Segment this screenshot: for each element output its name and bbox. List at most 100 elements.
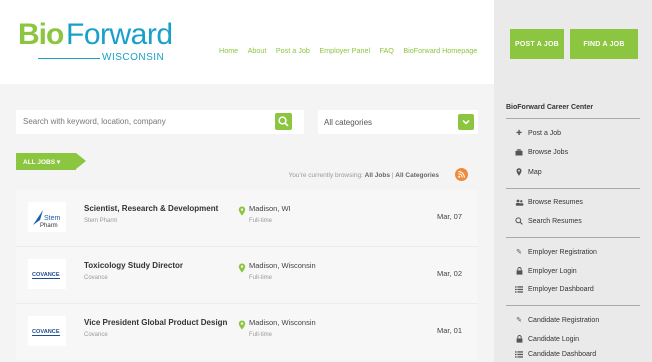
sidebar-divider: [506, 305, 640, 306]
caret-down-icon: ▾: [56, 159, 61, 166]
sidebar-item-candidate-registration[interactable]: ✎ Candidate Registration: [514, 316, 600, 325]
logo-forward: Forward: [66, 18, 173, 51]
job-type: Full-time: [249, 332, 273, 338]
sidebar-item-browse-jobs[interactable]: Browse Jobs: [514, 149, 568, 156]
sidebar-item-candidate-login[interactable]: Candidate Login: [514, 335, 579, 343]
sidebar-item-label: Employer Registration: [528, 248, 597, 256]
job-title[interactable]: Vice President Global Product Design: [84, 318, 227, 327]
category-select-value: All categories: [324, 118, 373, 127]
job-location: Madison, Wisconsin: [249, 261, 316, 270]
plus-icon: ✚: [516, 130, 522, 137]
nav-bioforward-homepage[interactable]: BioForward Homepage: [403, 46, 477, 55]
sidebar-title: BioForward Career Center: [506, 104, 594, 111]
job-title[interactable]: Toxicology Study Director: [84, 261, 183, 270]
nav-post-a-job[interactable]: Post a Job: [276, 46, 310, 55]
svg-text:COVANCE: COVANCE: [32, 272, 60, 278]
sidebar-item-label: Employer Login: [528, 267, 577, 275]
browsing-info: You're currently browsing: All Jobs | Al…: [289, 172, 439, 179]
sidebar-item-post-a-job[interactable]: ✚ Post a Job: [514, 129, 562, 138]
sidebar-item-browse-resumes[interactable]: Browse Resumes: [514, 199, 583, 206]
job-type: Full-time: [249, 218, 273, 224]
sidebar-item-employer-registration[interactable]: ✎ Employer Registration: [514, 248, 597, 257]
sidebar-item-label: Post a Job: [528, 129, 562, 137]
search-input[interactable]: [23, 117, 263, 126]
sidebar-item-label: Browse Resumes: [528, 199, 583, 206]
job-company: Stem Pharm: [84, 218, 118, 224]
browsing-categories: All Categories: [395, 172, 439, 179]
nav-faq[interactable]: FAQ: [380, 46, 394, 55]
list-icon: [514, 286, 524, 293]
sidebar-item-label: Search Resumes: [528, 217, 582, 225]
browsing-jobs: All Jobs: [364, 172, 390, 179]
find-a-job-button[interactable]: FIND A JOB: [570, 29, 638, 59]
briefcase-icon: [514, 149, 524, 156]
logo-subtitle: WISCONSIN: [102, 52, 165, 63]
sidebar: POST A JOB FIND A JOB BioForward Career …: [494, 0, 652, 362]
sidebar-item-label: Browse Jobs: [528, 149, 569, 156]
job-row[interactable]: COVANCE Toxicology Study Director Covanc…: [16, 246, 478, 303]
site-logo[interactable]: Bio Forward WISCONSIN: [18, 18, 178, 68]
sidebar-item-search-resumes[interactable]: Search Resumes: [514, 217, 582, 225]
sidebar-divider: [506, 118, 640, 119]
site-header: Bio Forward WISCONSIN Home About Post a …: [0, 0, 494, 84]
sidebar-item-label: Candidate Login: [528, 335, 579, 343]
svg-text:Pharm: Pharm: [40, 223, 58, 229]
search-button[interactable]: [275, 113, 292, 130]
job-location: Madison, Wisconsin: [249, 318, 316, 327]
sidebar-divider: [506, 237, 640, 238]
sidebar-item-employer-login[interactable]: Employer Login: [514, 267, 577, 275]
svg-text:COVANCE: COVANCE: [32, 329, 60, 335]
search-icon: [514, 217, 524, 225]
post-a-job-button[interactable]: POST A JOB: [510, 29, 564, 59]
job-row[interactable]: Stem Pharm Scientist, Research & Develop…: [16, 190, 478, 246]
company-logo-stem-pharm: Stem Pharm: [28, 202, 66, 232]
all-jobs-label: ALL JOBS: [23, 159, 56, 166]
job-location: Madison, WI: [249, 204, 291, 213]
job-list: Stem Pharm Scientist, Research & Develop…: [16, 190, 478, 360]
job-company: Covance: [84, 275, 108, 281]
sidebar-item-label: Employer Dashboard: [528, 286, 594, 293]
job-type: Full-time: [249, 275, 273, 281]
category-dropdown-button[interactable]: [458, 114, 474, 130]
map-pin-icon: [238, 260, 246, 278]
job-date: Mar, 01: [436, 326, 462, 335]
search-icon: [278, 116, 289, 127]
sidebar-item-employer-dashboard[interactable]: Employer Dashboard: [514, 286, 594, 293]
company-logo-covance: COVANCE: [28, 259, 66, 289]
lock-icon: [514, 267, 524, 275]
all-jobs-tag[interactable]: ALL JOBS ▾: [16, 153, 86, 170]
sidebar-item-map[interactable]: Map: [514, 168, 542, 176]
pencil-icon: ✎: [516, 249, 522, 256]
job-date: Mar, 07: [436, 212, 462, 221]
nav-employer-panel[interactable]: Employer Panel: [319, 46, 370, 55]
list-icon: [514, 351, 524, 358]
sidebar-item-label: Map: [528, 168, 542, 176]
rss-icon: [458, 171, 465, 178]
sidebar-item-label: Candidate Dashboard: [528, 351, 597, 358]
rss-button[interactable]: [455, 168, 468, 181]
svg-text:Stem: Stem: [44, 215, 61, 222]
chevron-down-icon: [462, 119, 470, 125]
nav-home[interactable]: Home: [219, 46, 238, 55]
sidebar-item-candidate-dashboard[interactable]: Candidate Dashboard: [514, 351, 596, 358]
lock-icon: [514, 335, 524, 343]
job-company: Covance: [84, 332, 108, 338]
map-pin-icon: [514, 168, 524, 176]
category-select[interactable]: All categories: [318, 110, 478, 134]
nav-about[interactable]: About: [248, 46, 267, 55]
main-nav: Home About Post a Job Employer Panel FAQ…: [219, 40, 482, 58]
browsing-prefix: You're currently browsing:: [288, 172, 363, 179]
company-logo-covance: COVANCE: [28, 316, 66, 346]
job-row[interactable]: COVANCE Vice President Global Product De…: [16, 303, 478, 360]
logo-bio: Bio: [18, 18, 64, 51]
job-title[interactable]: Scientist, Research & Development: [84, 204, 218, 213]
search-box: [16, 110, 304, 134]
job-date: Mar, 02: [436, 269, 462, 278]
all-jobs-tag-tip: [76, 153, 86, 169]
map-pin-icon: [238, 317, 246, 335]
map-pin-icon: [238, 203, 246, 221]
sidebar-item-label: Candidate Registration: [528, 316, 600, 324]
pencil-icon: ✎: [516, 317, 522, 324]
job-listing-area: All categories ALL JOBS ▾ You're current…: [0, 84, 494, 362]
users-icon: [514, 199, 524, 206]
